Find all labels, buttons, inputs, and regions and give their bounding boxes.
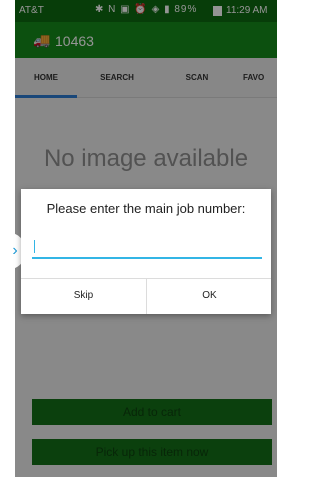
dialog-title: Please enter the main job number:: [46, 201, 246, 216]
ok-button[interactable]: OK: [147, 278, 272, 314]
job-number-dialog: Please enter the main job number: Skip O…: [21, 189, 271, 314]
text-cursor: [34, 240, 35, 253]
skip-button[interactable]: Skip: [21, 278, 146, 314]
job-number-input[interactable]: [32, 235, 262, 259]
